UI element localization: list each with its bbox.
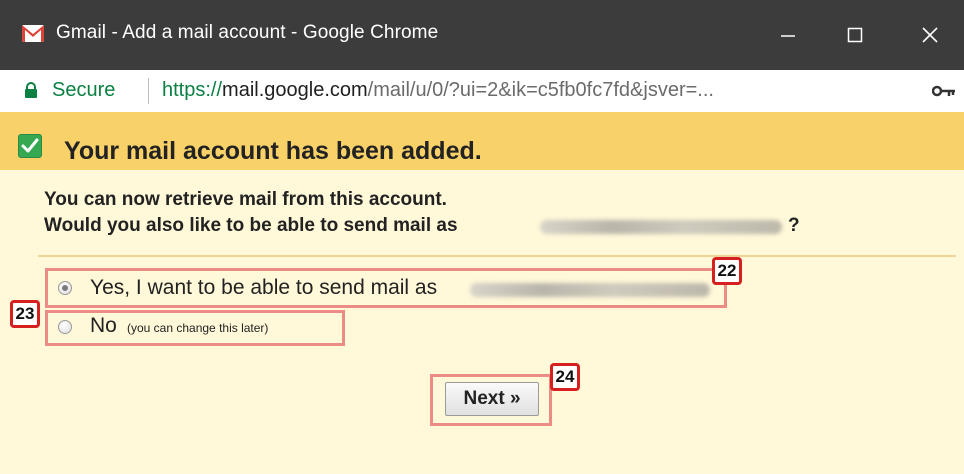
close-button[interactable] xyxy=(900,0,960,70)
url-host: mail.google.com xyxy=(222,79,368,101)
next-button[interactable]: Next » xyxy=(445,382,539,416)
message-question-mark: ? xyxy=(788,215,800,236)
url-protocol: https:// xyxy=(162,79,223,101)
key-icon[interactable] xyxy=(931,84,956,103)
annotation-badge: 23 xyxy=(10,300,40,328)
address-bar[interactable]: Secure https://mail.google.com/mail/u/0/… xyxy=(0,70,964,113)
address-separator xyxy=(148,78,149,104)
yes-option-label[interactable]: Yes, I want to be able to send mail as xyxy=(90,276,437,300)
url-path: /mail/u/0/?ui=2&ik=c5fb0fc7fd&jsver=... xyxy=(367,79,714,101)
radio-yes[interactable] xyxy=(58,281,72,295)
maximize-icon xyxy=(847,27,863,43)
url-text[interactable]: https://mail.google.com/mail/u/0/?ui=2&i… xyxy=(162,79,714,102)
message-line-2: Would you also like to be able to send m… xyxy=(44,215,458,236)
divider xyxy=(38,255,956,257)
checkmark-icon xyxy=(18,134,42,158)
annotation-badge: 24 xyxy=(550,363,580,391)
no-option-label[interactable]: No xyxy=(90,314,117,338)
redacted-email xyxy=(540,220,782,234)
minimize-icon xyxy=(781,35,795,37)
maximize-button[interactable] xyxy=(825,0,885,70)
window-title: Gmail - Add a mail account - Google Chro… xyxy=(56,22,439,43)
gmail-icon xyxy=(22,25,44,42)
message-line-1: You can now retrieve mail from this acco… xyxy=(44,189,447,210)
browser-window: Gmail - Add a mail account - Google Chro… xyxy=(0,0,964,474)
annotation-badge: 22 xyxy=(712,257,742,285)
secure-label[interactable]: Secure xyxy=(52,79,115,102)
redacted-email-option xyxy=(470,283,710,297)
banner-title: Your mail account has been added. xyxy=(64,137,482,165)
no-option-hint: (you can change this later) xyxy=(127,321,269,335)
close-icon xyxy=(922,27,938,43)
title-bar: Gmail - Add a mail account - Google Chro… xyxy=(0,0,964,70)
radio-no[interactable] xyxy=(58,320,72,334)
lock-icon[interactable] xyxy=(24,82,38,104)
minimize-button[interactable] xyxy=(758,0,818,70)
